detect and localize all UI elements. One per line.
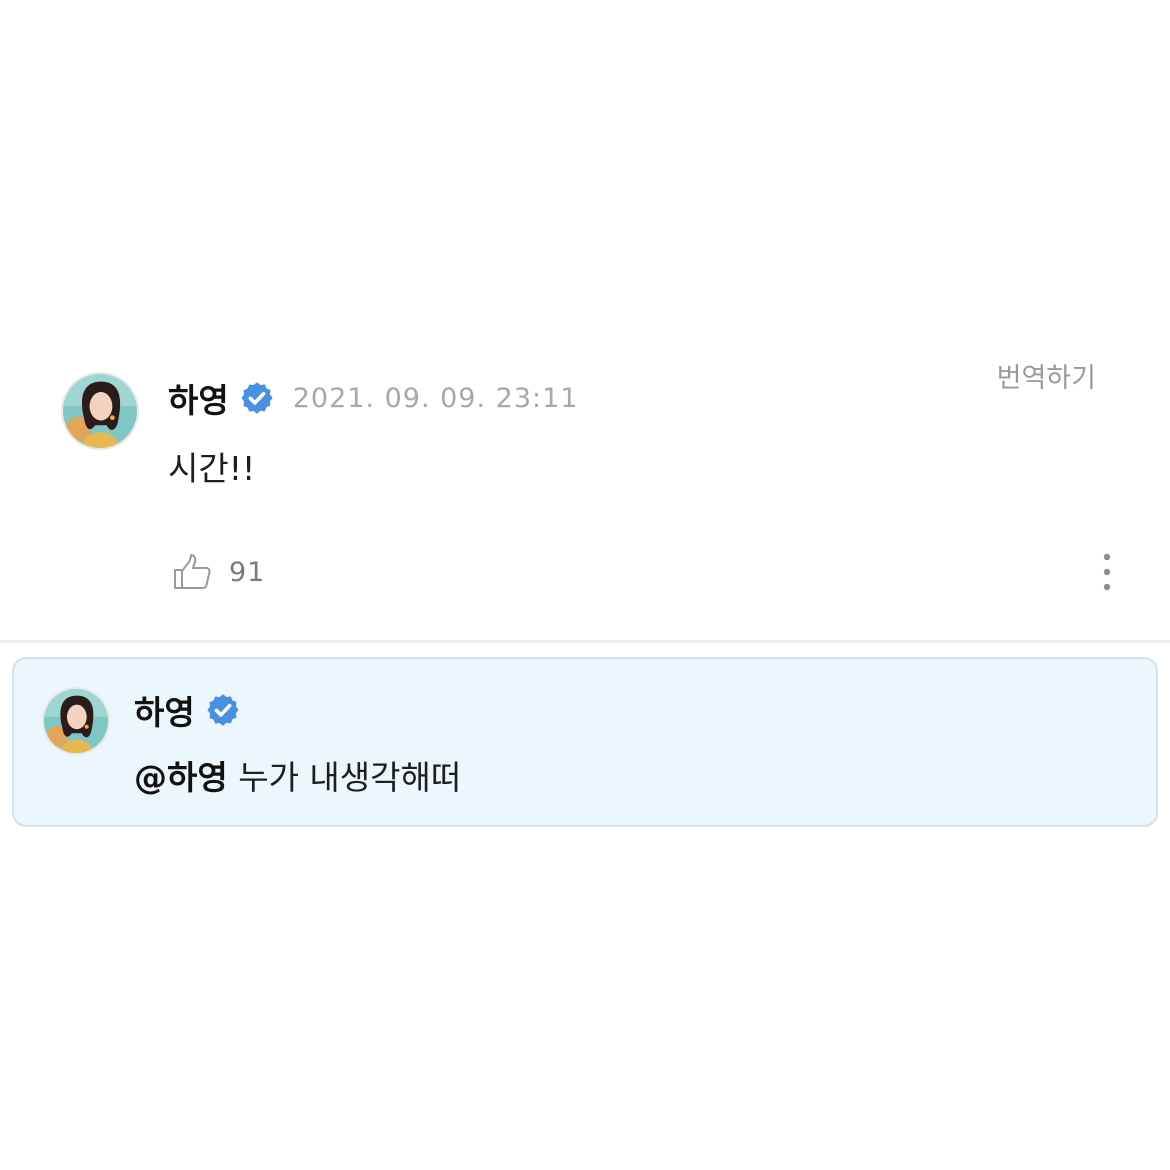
reply-body: @하영 누가 내생각해떠: [134, 751, 461, 799]
more-vertical-icon[interactable]: [1092, 552, 1122, 592]
avatar-image: [44, 689, 108, 753]
like-count: 91: [229, 556, 266, 588]
reply-body-text: 누가 내생각해떠: [227, 758, 462, 797]
reply-card[interactable]: 하영 @하영 누가 내생각해떠: [12, 657, 1158, 827]
reply-author-avatar[interactable]: [42, 687, 110, 755]
author-row: 하영 2021. 09. 09. 23:11: [168, 374, 578, 422]
comment-post: 하영 2021. 09. 09. 23:11 번역하기 시간!! 91: [0, 340, 1170, 642]
reply-mention[interactable]: @하영: [134, 758, 228, 797]
author-name[interactable]: 하영: [168, 374, 229, 422]
translate-button[interactable]: 번역하기: [997, 356, 1096, 395]
author-avatar[interactable]: [61, 372, 139, 450]
thumbs-up-icon[interactable]: [172, 552, 212, 592]
post-body-text: 시간!!: [168, 449, 256, 488]
like-row: 91: [172, 550, 265, 594]
reply-author-name[interactable]: 하영: [134, 686, 195, 734]
section-divider: [0, 640, 1170, 643]
verified-badge-icon: [239, 380, 275, 416]
post-timestamp: 2021. 09. 09. 23:11: [292, 382, 579, 414]
avatar-image: [63, 374, 137, 448]
reply-author-row: 하영: [134, 686, 241, 734]
verified-badge-icon: [205, 692, 241, 728]
